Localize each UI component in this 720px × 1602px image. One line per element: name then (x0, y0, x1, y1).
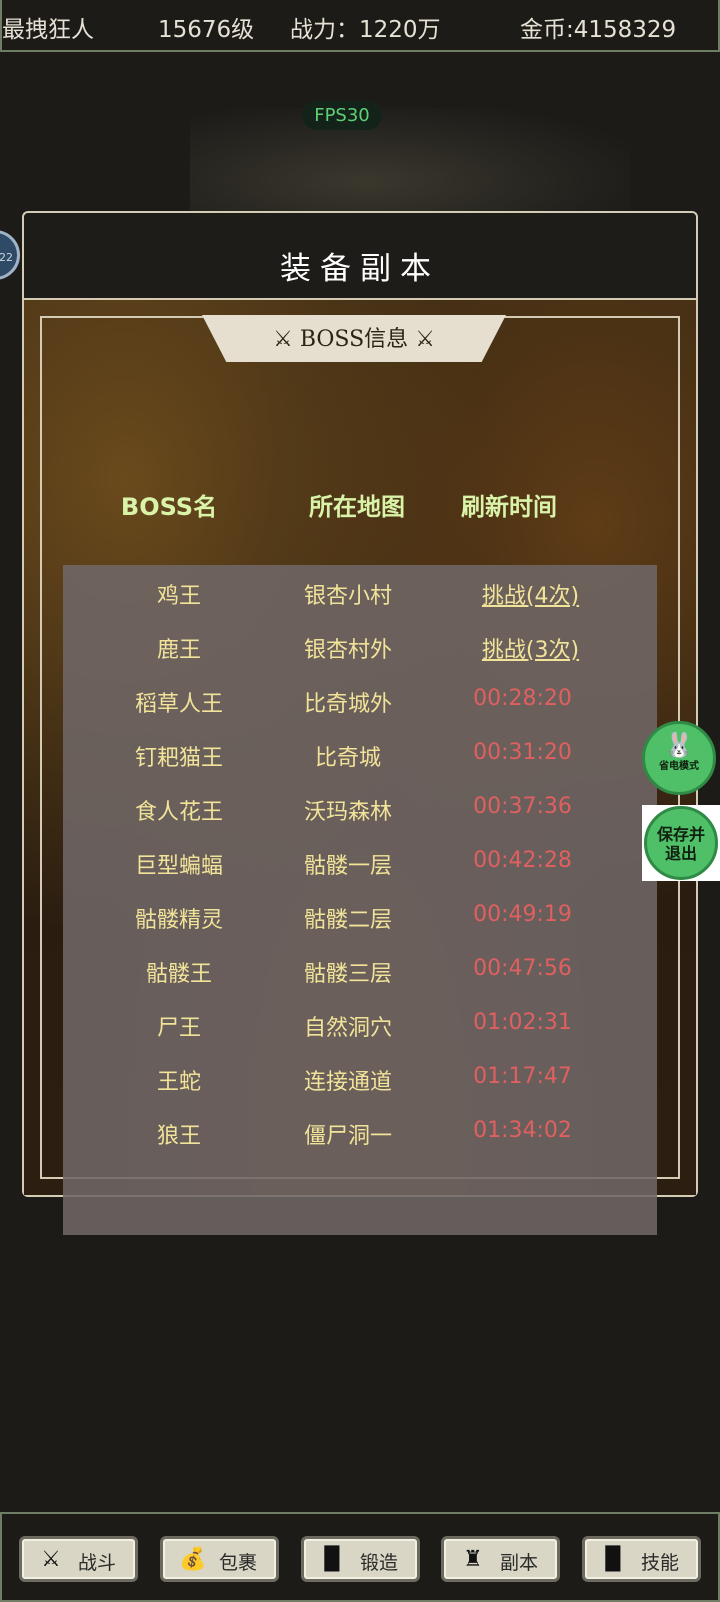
boss-info-container: ⚔ BOSS信息 ⚔ BOSS名 所在地图 刷新时间 鸡王 银杏小村 挑战(4次… (24, 300, 696, 1235)
power-save-button[interactable]: 🐰 省电模式 (642, 721, 716, 795)
side-level-badge[interactable]: 22 (0, 230, 20, 280)
skill-book-icon: ▉ (605, 1547, 623, 1572)
power-save-label: 省电模式 (659, 761, 699, 772)
nav-skills-button[interactable]: ▉ 技能 (582, 1536, 701, 1582)
combat-power: 战力：1220万 (290, 17, 441, 43)
save-exit-label-line1: 保存并 (656, 825, 705, 844)
boss-map: 比奇城外 (303, 692, 392, 717)
boss-row: 狼王 僵尸洞一 01:34:02 (63, 1105, 657, 1159)
refresh-timer: 00:31:20 (473, 740, 572, 765)
boss-row: 尸王 自然洞穴 01:02:31 (63, 997, 657, 1051)
refresh-timer: 00:47:56 (473, 956, 572, 981)
boss-row: 食人花王 沃玛森林 00:37:36 (63, 781, 657, 835)
boss-name: 狼王 (156, 1124, 201, 1149)
boss-map: 骷髅三层 (303, 962, 392, 987)
boss-row: 骷髅王 骷髅三层 00:47:56 (63, 943, 657, 997)
player-name: 最拽狂人 (2, 17, 94, 43)
panel-title: 装备副本 (24, 213, 696, 300)
boss-map: 比奇城 (314, 746, 381, 771)
crossed-swords-icon: ⚔ (415, 327, 435, 352)
boss-name: 骷髅王 (145, 962, 212, 987)
boss-name: 鸡王 (156, 584, 201, 609)
refresh-timer: 00:42:28 (473, 848, 572, 873)
battle-scene-background (190, 108, 630, 213)
boss-map: 银杏小村 (303, 584, 392, 609)
boss-map: 连接通道 (303, 1070, 392, 1095)
boss-name: 尸王 (156, 1016, 201, 1041)
boss-info-tab[interactable]: ⚔ BOSS信息 ⚔ (202, 315, 506, 362)
refresh-timer: 00:28:20 (473, 686, 572, 711)
refresh-timer: 00:37:36 (473, 794, 572, 819)
crossed-swords-icon: ⚔ (273, 327, 293, 352)
tower-icon: ♜ (463, 1547, 483, 1572)
book-icon: ▉ (324, 1547, 342, 1572)
boss-row: 钉耙猫王 比奇城 00:31:20 (63, 727, 657, 781)
boss-name: 巨型蝙蝠 (134, 854, 223, 879)
equipment-dungeon-panel: 装备副本 ⚔ BOSS信息 ⚔ BOSS名 所在地图 刷新时间 鸡王 银杏小村 … (22, 211, 698, 1235)
boss-info-tab-label: BOSS信息 (299, 327, 409, 352)
boss-row: 稻草人王 比奇城外 00:28:20 (63, 673, 657, 727)
nav-battle-label: 战斗 (78, 1552, 117, 1574)
boss-row: 巨型蝙蝠 骷髅一层 00:42:28 (63, 835, 657, 889)
refresh-timer: 01:17:47 (473, 1064, 572, 1089)
save-exit-wrapper: 保存并 退出 (642, 805, 720, 881)
column-header-map: 所在地图 (309, 493, 405, 521)
column-header-refresh-time: 刷新时间 (461, 493, 557, 521)
boss-map: 僵尸洞一 (303, 1124, 392, 1149)
nav-dungeon-label: 副本 (500, 1552, 539, 1574)
boss-row: 鹿王 银杏村外 挑战(3次) (63, 619, 657, 673)
player-level: 15676级 (158, 17, 255, 43)
save-and-exit-button[interactable]: 保存并 退出 (644, 806, 718, 880)
nav-bag-button[interactable]: 💰 包裹 (160, 1536, 279, 1582)
crossed-swords-icon: ⚔ (41, 1547, 61, 1572)
gold-amount: 金币:4158329 (520, 17, 677, 43)
boss-map: 骷髅一层 (303, 854, 392, 879)
boss-map: 银杏村外 (303, 638, 392, 663)
boss-map: 自然洞穴 (303, 1016, 392, 1041)
boss-row: 骷髅精灵 骷髅二层 00:49:19 (63, 889, 657, 943)
bag-icon: 💰 (179, 1547, 207, 1572)
status-bar: 最拽狂人 15676级 战力：1220万 金币:4158329 (0, 0, 720, 52)
boss-row: 鸡王 银杏小村 挑战(4次) (63, 565, 657, 619)
nav-forge-button[interactable]: ▉ 锻造 (301, 1536, 420, 1582)
nav-battle-button[interactable]: ⚔ 战斗 (19, 1536, 138, 1582)
boss-name: 钉耙猫王 (134, 746, 223, 771)
nav-forge-label: 锻造 (360, 1552, 399, 1574)
nav-dungeon-button[interactable]: ♜ 副本 (441, 1536, 560, 1582)
boss-list: 鸡王 银杏小村 挑战(4次) 鹿王 银杏村外 挑战(3次) 稻草人王 比奇城外 … (63, 565, 657, 1235)
boss-row: 王蛇 连接通道 01:17:47 (63, 1051, 657, 1105)
fps-indicator: FPS30 (302, 101, 382, 130)
refresh-timer: 01:02:31 (473, 1010, 572, 1035)
boss-name: 稻草人王 (134, 692, 223, 717)
nav-bag-label: 包裹 (219, 1552, 258, 1574)
column-header-boss-name: BOSS名 (120, 493, 218, 521)
boss-map: 沃玛森林 (303, 800, 392, 825)
nav-skills-label: 技能 (641, 1552, 680, 1574)
boss-name: 骷髅精灵 (134, 908, 223, 933)
challenge-link[interactable]: 挑战(4次) (463, 578, 598, 610)
rabbit-icon: 🐰 (664, 731, 694, 759)
boss-name: 鹿王 (156, 638, 201, 663)
refresh-timer: 00:49:19 (473, 902, 572, 927)
bottom-navigation: ⚔ 战斗 💰 包裹 ▉ 锻造 ♜ 副本 ▉ 技能 (0, 1512, 720, 1602)
boss-map: 骷髅二层 (303, 908, 392, 933)
challenge-link[interactable]: 挑战(3次) (463, 632, 598, 664)
save-exit-label-line2: 退出 (664, 844, 697, 863)
boss-name: 食人花王 (134, 800, 223, 825)
boss-name: 王蛇 (156, 1070, 201, 1095)
refresh-timer: 01:34:02 (473, 1118, 572, 1143)
